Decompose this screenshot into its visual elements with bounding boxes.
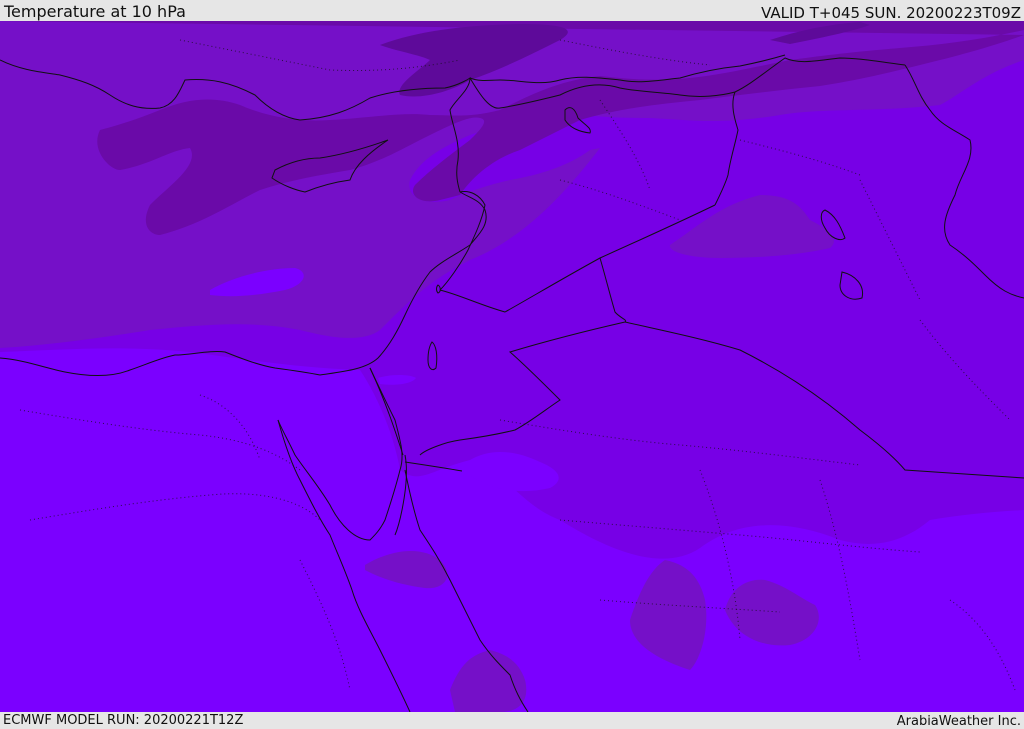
- map-header: Temperature at 10 hPa VALID T+045 SUN. 2…: [0, 0, 1024, 22]
- map-title: Temperature at 10 hPa: [4, 2, 186, 21]
- map-footer: ECMWF MODEL RUN: 20200221T12Z ArabiaWeat…: [0, 712, 1024, 729]
- map-canvas: [0, 21, 1024, 712]
- valid-time: VALID T+045 SUN. 20200223T09Z: [761, 4, 1021, 22]
- temperature-map: [0, 21, 1024, 712]
- credit-text: ArabiaWeather Inc.: [896, 714, 1021, 729]
- model-run: ECMWF MODEL RUN: 20200221T12Z: [3, 713, 244, 728]
- weather-map-frame: Temperature at 10 hPa VALID T+045 SUN. 2…: [0, 0, 1024, 729]
